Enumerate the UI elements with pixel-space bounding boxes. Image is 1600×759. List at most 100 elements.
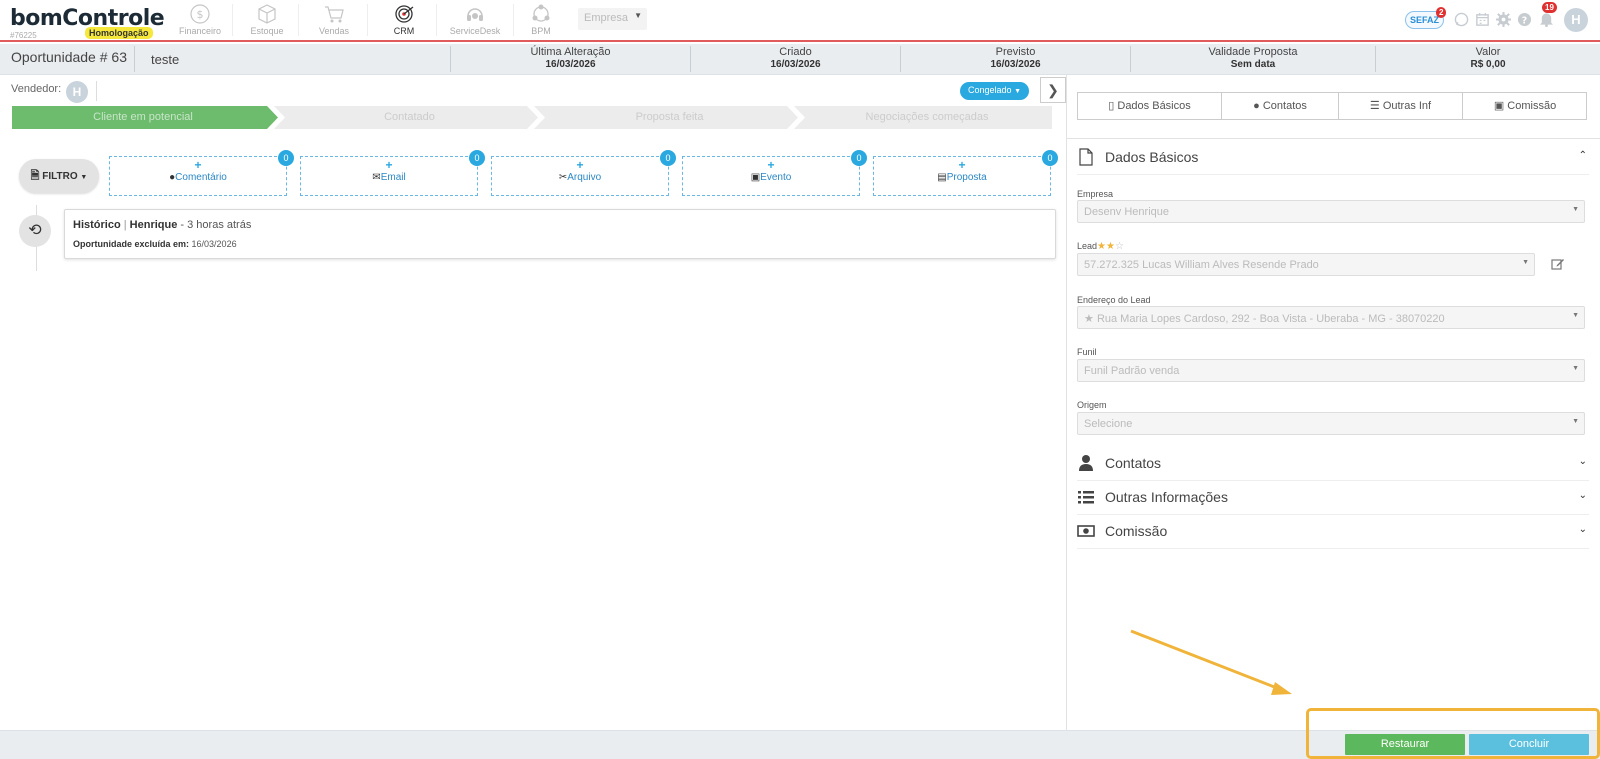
funil-label: Funil <box>1077 347 1097 357</box>
empresa-value: Desenv Henrique <box>1084 206 1169 218</box>
plus-icon: + <box>385 158 393 172</box>
plus-icon: + <box>194 158 202 172</box>
tab-label: Comissão <box>1507 100 1557 112</box>
add-comment-button[interactable]: + ●Comentário 0 <box>109 150 294 196</box>
lead-rating-stars[interactable]: ★★☆ <box>1097 241 1124 252</box>
salesperson: Vendedor: H <box>11 81 88 103</box>
sefaz-label: SEFAZ <box>1410 15 1440 25</box>
endereco-select[interactable]: ★ Rua Maria Lopes Cardoso, 292 - Boa Vis… <box>1077 306 1585 329</box>
module-label: Vendas <box>318 26 350 36</box>
caret-down-icon: ▼ <box>1522 259 1529 266</box>
lead-select[interactable]: 57.272.325 Lucas William Alves Resende P… <box>1077 253 1535 276</box>
top-navbar: bomControle #76225 Homologação $ Finance… <box>0 0 1600 42</box>
empresa-select[interactable]: Desenv Henrique ▼ <box>1077 200 1585 223</box>
dollar-icon: $ <box>190 4 210 24</box>
value-amount: R$ 0,00 <box>1470 59 1506 70</box>
expected-label: Previsto <box>995 46 1036 58</box>
count-badge: 0 <box>278 150 294 166</box>
stage-cliente-potencial[interactable]: Cliente em potencial <box>12 106 274 129</box>
caret-down-icon: ▼ <box>1572 418 1579 425</box>
pipeline-stages: Cliente em potencial Contatado Proposta … <box>12 106 1052 129</box>
file-icon <box>1079 148 1093 166</box>
section-outras-informacoes[interactable]: Outras Informações ⌄ <box>1077 481 1589 515</box>
module-bpm[interactable]: BPM <box>520 3 562 39</box>
status-label: Congelado <box>968 85 1012 95</box>
stage-negociacoes[interactable]: Negociações começadas <box>802 106 1052 129</box>
calendar-icon[interactable] <box>1475 12 1490 27</box>
module-financeiro[interactable]: $ Financeiro <box>172 3 228 39</box>
action-label: Email <box>380 172 406 183</box>
section-comissao[interactable]: Comissão ⌄ <box>1077 515 1589 549</box>
salesperson-label: Vendedor: <box>11 83 62 95</box>
lead-label: Lead <box>1077 241 1098 251</box>
chevron-down-icon: ⌄ <box>1578 524 1587 535</box>
history-detail-value: 16/03/2026 <box>189 239 237 249</box>
details-panel: ▯ Dados Básicos ● Contatos ☰ Outras Inf … <box>1067 75 1600 730</box>
filter-label: FILTRO <box>42 171 78 182</box>
origem-select[interactable]: Selecione ▼ <box>1077 412 1585 435</box>
funil-select[interactable]: Funil Padrão venda ▼ <box>1077 359 1585 382</box>
tab-dados-basicos[interactable]: ▯ Dados Básicos <box>1078 93 1222 119</box>
process-icon <box>532 4 550 22</box>
module-vendas[interactable]: Vendas <box>306 3 362 39</box>
opportunity-info-bar: Oportunidade # 63 teste Última Alteração… <box>0 44 1600 75</box>
count-badge: 0 <box>1042 150 1058 166</box>
action-label: Evento <box>760 172 792 183</box>
svg-text:?: ? <box>1522 15 1527 26</box>
module-estoque[interactable]: Estoque <box>241 3 293 39</box>
section-title: Comissão <box>1105 523 1168 539</box>
file-icon: ▯ <box>1108 100 1115 112</box>
whatsapp-icon[interactable] <box>1454 12 1469 27</box>
paperclip-icon: ✂ <box>558 172 568 183</box>
action-label: Comentário <box>175 172 227 183</box>
module-label: CRM <box>393 26 415 36</box>
bell-icon[interactable] <box>1539 11 1554 27</box>
stage-proposta-feita[interactable]: Proposta feita <box>542 106 797 129</box>
money-icon <box>1077 525 1095 537</box>
expand-panel-button[interactable]: ❯ <box>1040 77 1066 103</box>
module-label: BPM <box>531 26 551 36</box>
envelope-icon: ✉ <box>372 172 381 183</box>
last-modified-label: Última Alteração <box>530 46 611 58</box>
tab-contatos[interactable]: ● Contatos <box>1222 93 1339 119</box>
logo[interactable]: bomControle #76225 Homologação <box>10 6 165 40</box>
tab-label: Dados Básicos <box>1117 100 1191 112</box>
star-filled-icon[interactable]: ★ <box>1106 241 1115 252</box>
section-dados-basicos[interactable]: Dados Básicos ⌃ <box>1077 141 1589 175</box>
add-email-button[interactable]: + ✉Email 0 <box>300 150 485 196</box>
module-crm[interactable]: CRM <box>378 3 430 39</box>
edit-icon[interactable] <box>1551 257 1565 271</box>
document-icon: 🗎 <box>30 170 40 182</box>
star-filled-icon[interactable]: ★ <box>1097 241 1106 252</box>
add-proposal-button[interactable]: + ▤Proposta 0 <box>873 150 1058 196</box>
tab-comissao[interactable]: ▣ Comissão <box>1463 93 1587 119</box>
count-badge: 0 <box>851 150 867 166</box>
plus-icon: + <box>767 158 775 172</box>
tab-label: Outras Inf <box>1382 100 1432 112</box>
help-icon[interactable]: ? <box>1517 12 1532 27</box>
add-event-button[interactable]: + ▣Evento 0 <box>682 150 867 196</box>
history-icon: ⟲ <box>19 215 51 247</box>
filter-button[interactable]: 🗎 FILTRO ▼ <box>19 159 99 193</box>
empresa-label: Empresa <box>1077 189 1114 199</box>
history-title: Histórico <box>73 219 121 231</box>
user-avatar[interactable]: H <box>1564 8 1588 32</box>
add-file-button[interactable]: + ✂Arquivo 0 <box>491 150 676 196</box>
star-empty-icon[interactable]: ☆ <box>1115 241 1124 252</box>
history-user: Henrique <box>129 219 178 231</box>
section-title: Contatos <box>1105 455 1162 471</box>
gear-icon[interactable] <box>1496 12 1511 27</box>
opportunity-name[interactable]: teste <box>134 46 195 72</box>
salesperson-avatar[interactable]: H <box>66 81 88 103</box>
chevron-right-icon: ❯ <box>1047 82 1059 98</box>
module-servicedesk[interactable]: ServiceDesk <box>444 3 506 39</box>
section-title: Outras Informações <box>1105 489 1228 505</box>
value-label: Valor <box>1475 46 1501 58</box>
section-contatos[interactable]: Contatos ⌄ <box>1077 447 1589 481</box>
tab-outras-inf[interactable]: ☰ Outras Inf <box>1339 93 1463 119</box>
status-dropdown[interactable]: Congelado ▼ <box>960 82 1029 100</box>
stage-contatado[interactable]: Contatado <box>282 106 537 129</box>
company-select[interactable]: Empresa ▼ <box>578 8 647 30</box>
module-label: ServiceDesk <box>449 26 501 36</box>
created-column: Criado 16/03/2026 <box>690 46 900 72</box>
